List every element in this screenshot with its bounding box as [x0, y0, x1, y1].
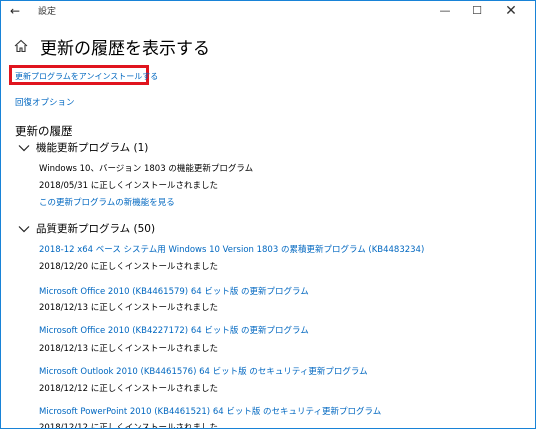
- recovery-options-link[interactable]: 回復オプション: [15, 96, 75, 108]
- title-bar: ← 設定 — ☐ ✕: [1, 1, 535, 23]
- chevron-down-icon: [18, 224, 30, 234]
- quality-updates-group-header[interactable]: 品質更新プログラム (50): [18, 221, 155, 235]
- update-history-heading: 更新の履歴: [15, 124, 73, 138]
- quality-update-status: 2018/12/13 に正しくインストールされました: [39, 344, 219, 354]
- quality-update-link[interactable]: Microsoft PowerPoint 2010 (KB4461521) 64…: [39, 405, 381, 417]
- window-title: 設定: [38, 7, 57, 17]
- chevron-down-icon: [18, 143, 30, 153]
- quality-update-status: 2018/12/12 に正しくインストールされました: [39, 384, 219, 394]
- quality-update-link[interactable]: 2018-12 x64 ベース システム用 Windows 10 Version…: [39, 243, 424, 255]
- quality-update-link[interactable]: Microsoft Office 2010 (KB4461579) 64 ビット…: [39, 285, 309, 297]
- quality-update-status: 2018/12/20 に正しくインストールされました: [39, 262, 219, 272]
- quality-update-link[interactable]: Microsoft Outlook 2010 (KB4461576) 64 ビッ…: [39, 365, 368, 377]
- quality-updates-group-label: 品質更新プログラム (50): [36, 223, 156, 235]
- feature-updates-group-header[interactable]: 機能更新プログラム (1): [18, 140, 148, 154]
- close-button[interactable]: ✕: [495, 1, 527, 21]
- uninstall-updates-link[interactable]: 更新プログラムをアンインストールする: [15, 71, 158, 82]
- maximize-button[interactable]: ☐: [461, 1, 493, 21]
- home-icon[interactable]: [14, 38, 28, 53]
- back-button[interactable]: ←: [7, 2, 23, 20]
- feature-updates-group-label: 機能更新プログラム (1): [36, 142, 149, 154]
- feature-update-status: 2018/05/31 に正しくインストールされました: [39, 181, 219, 191]
- minimize-button[interactable]: —: [429, 1, 461, 21]
- settings-window: ← 設定 — ☐ ✕ 更新の履歴を表示する 更新プログラムをアンインストールする…: [0, 0, 536, 429]
- whats-new-link[interactable]: この更新プログラムの新機能を見る: [39, 196, 175, 208]
- feature-update-title: Windows 10、バージョン 1803 の機能更新プログラム: [39, 164, 254, 174]
- quality-update-status: 2018/12/13 に正しくインストールされました: [39, 303, 219, 313]
- quality-update-link[interactable]: Microsoft Office 2010 (KB4227172) 64 ビット…: [39, 324, 309, 336]
- page-title: 更新の履歴を表示する: [40, 39, 210, 59]
- quality-update-status: 2018/12/12 に正しくインストールされました: [39, 423, 219, 429]
